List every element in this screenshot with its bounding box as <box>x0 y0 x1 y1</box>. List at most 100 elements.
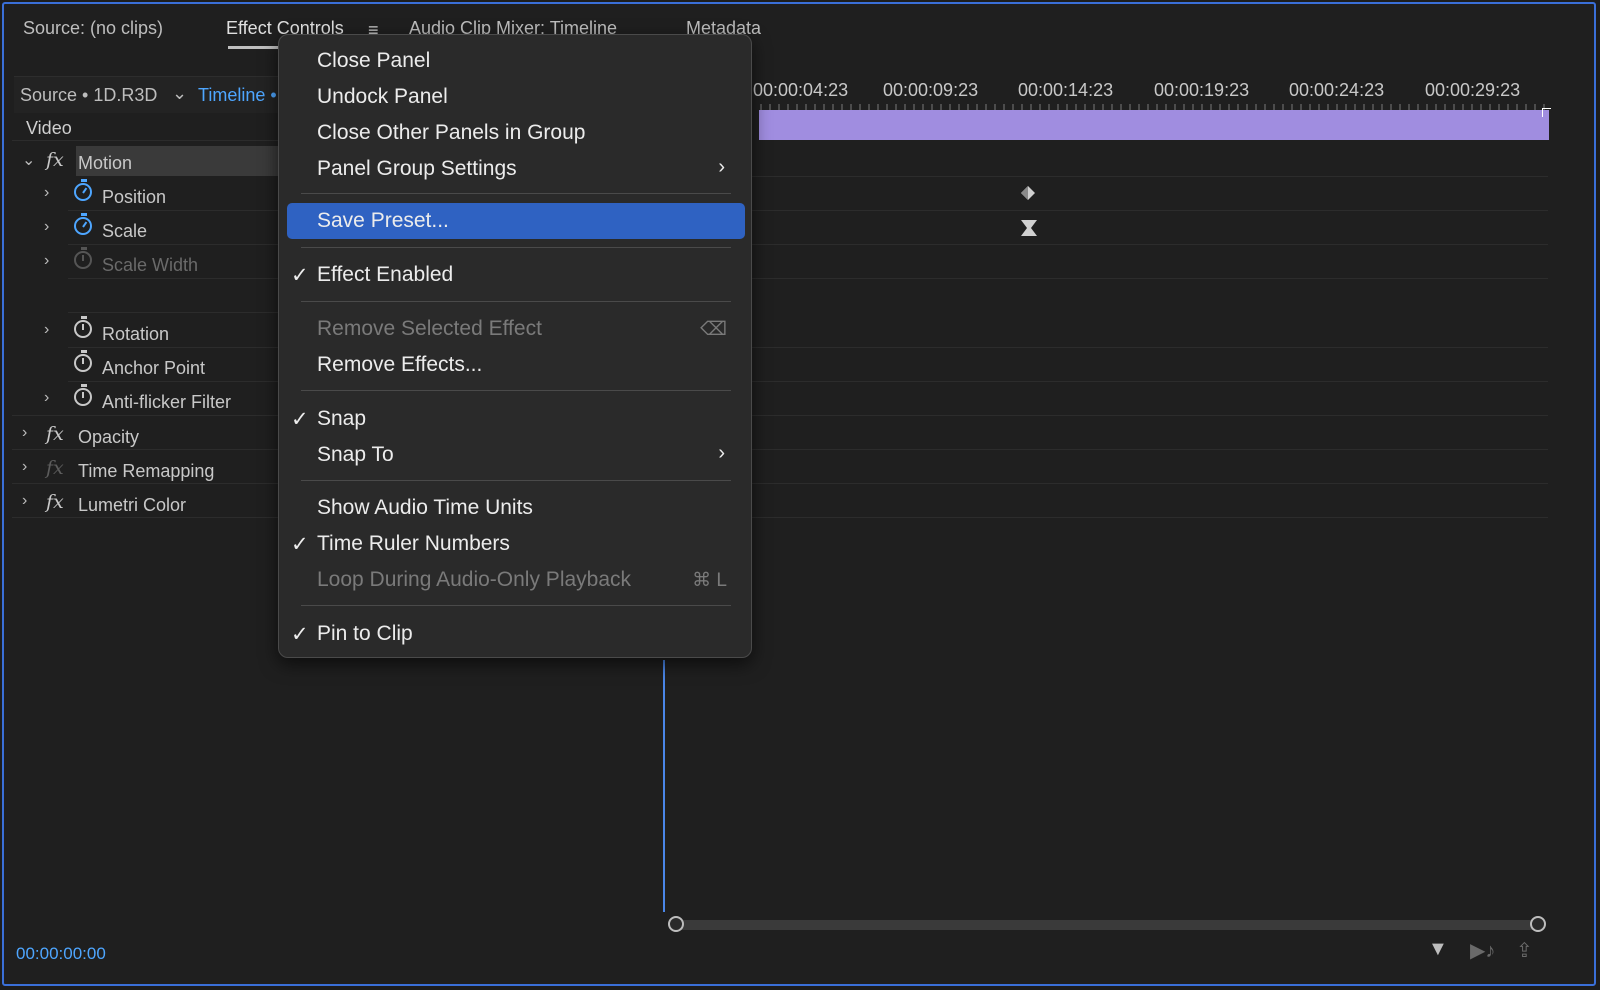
filter-icon[interactable]: ▼ <box>1428 938 1448 961</box>
divider <box>664 517 1548 518</box>
effect-row-lumetri-color[interactable]: › fx Lumetri Color <box>12 488 282 520</box>
menu-separator <box>301 390 731 391</box>
menu-item-save-preset[interactable]: Save Preset... <box>287 203 745 239</box>
ruler-tick-label: 00:00:29:23 <box>1425 80 1521 100</box>
menu-item-panel-group-settings[interactable]: Panel Group Settings › <box>287 151 745 187</box>
menu-item-pin-to-clip[interactable]: ✓ Pin to Clip <box>287 616 745 652</box>
shortcut-label: ⌘ L <box>692 570 727 591</box>
menu-item-show-audio-time-units[interactable]: Show Audio Time Units <box>287 490 745 526</box>
chevron-right-icon[interactable]: › <box>22 492 27 510</box>
playhead[interactable] <box>663 660 665 912</box>
chevron-right-icon[interactable]: › <box>22 458 27 476</box>
chevron-down-icon[interactable]: ⌄ <box>22 150 35 170</box>
stopwatch-icon[interactable] <box>74 350 92 372</box>
tab-source[interactable]: Source: (no clips) <box>23 18 163 39</box>
fx-icon: fx <box>46 457 64 479</box>
menu-separator <box>301 480 731 481</box>
divider <box>664 278 1548 279</box>
property-row-rotation[interactable]: › Rotation <box>12 316 282 349</box>
divider <box>664 347 1548 348</box>
divider <box>664 210 1548 211</box>
property-row-position[interactable]: › Position <box>12 179 282 212</box>
source-clip-label: Source • 1D.R3D <box>20 85 158 105</box>
panel-tab-bar: Source: (no clips) Effect Controls ≡ Aud… <box>4 4 1594 52</box>
play-audio-icon[interactable]: ▶♪ <box>1470 938 1495 963</box>
scrollbar-right-handle[interactable] <box>1530 916 1546 932</box>
stopwatch-icon[interactable] <box>74 316 92 338</box>
property-label: Anti-flicker Filter <box>102 392 232 412</box>
chevron-right-icon[interactable]: › <box>44 389 49 407</box>
divider <box>68 210 282 211</box>
chevron-right-icon[interactable]: › <box>22 424 27 442</box>
property-label: Scale Width <box>102 255 199 275</box>
clip-end-marker <box>1542 108 1551 117</box>
menu-separator <box>301 605 731 606</box>
chevron-down-icon[interactable]: ⌄ <box>172 83 187 104</box>
ruler-tick-label: 00:00:19:23 <box>1154 80 1250 100</box>
menu-item-effect-enabled[interactable]: ✓ Effect Enabled <box>287 257 745 293</box>
divider <box>664 483 1548 484</box>
timeline-zoom-scrollbar[interactable] <box>668 916 1546 934</box>
ruler-tick-label: 00:00:24:23 <box>1289 80 1385 100</box>
menu-item-label: Panel Group Settings <box>317 157 517 180</box>
divider <box>68 244 282 245</box>
stopwatch-icon[interactable] <box>74 213 92 235</box>
current-timecode[interactable]: 00:00:00:00 <box>16 944 106 964</box>
time-ruler[interactable]: 00:00:04:23 00:00:09:23 00:00:14:23 00:0… <box>753 80 1549 110</box>
clip-bar[interactable] <box>759 110 1549 140</box>
menu-item-snap-to[interactable]: Snap To › <box>287 437 745 473</box>
menu-item-time-ruler-numbers[interactable]: ✓ Time Ruler Numbers <box>287 526 745 562</box>
divider <box>68 347 282 348</box>
menu-item-close-panel[interactable]: Close Panel <box>287 43 745 79</box>
effect-controls-panel: Source: (no clips) Effect Controls ≡ Aud… <box>2 2 1596 986</box>
export-icon[interactable]: ⇪ <box>1516 938 1533 963</box>
keyframe-hourglass-icon[interactable] <box>1021 220 1037 236</box>
divider <box>68 312 282 313</box>
menu-separator <box>301 247 731 248</box>
delete-key-icon: ⌫ <box>700 319 727 340</box>
checkmark-icon: ✓ <box>291 623 309 646</box>
menu-item-label: Show Audio Time Units <box>317 496 533 519</box>
menu-item-label: Save Preset... <box>317 209 449 232</box>
chevron-right-icon[interactable]: › <box>44 184 49 202</box>
effect-label: Opacity <box>78 427 140 447</box>
menu-item-label: Undock Panel <box>317 85 448 108</box>
menu-item-snap[interactable]: ✓ Snap <box>287 401 745 437</box>
clip-selector-row: Source • 1D.R3D ⌄ Timeline • <box>14 76 284 113</box>
menu-item-label: Close Panel <box>317 49 431 72</box>
stopwatch-icon[interactable] <box>74 179 92 201</box>
effect-label: Time Remapping <box>78 461 215 481</box>
chevron-right-icon[interactable]: › <box>44 218 49 236</box>
ruler-ticks <box>760 104 1545 110</box>
fx-icon[interactable]: fx <box>46 149 64 171</box>
panel-context-menu: Close Panel Undock Panel Close Other Pan… <box>278 34 752 658</box>
scrollbar-track[interactable] <box>672 920 1542 930</box>
chevron-right-icon: › <box>718 156 725 178</box>
divider <box>12 415 282 416</box>
divider <box>68 381 282 382</box>
property-row-anchor-point[interactable]: Anchor Point <box>12 350 282 383</box>
property-label: Rotation <box>102 324 170 344</box>
menu-item-label: Time Ruler Numbers <box>317 532 510 555</box>
effect-row-opacity[interactable]: › fx Opacity <box>12 420 282 452</box>
effect-row-time-remapping[interactable]: › fx Time Remapping <box>12 454 282 486</box>
checkmark-icon: ✓ <box>291 264 309 287</box>
scrollbar-left-handle[interactable] <box>668 916 684 932</box>
chevron-right-icon[interactable]: › <box>44 252 49 270</box>
divider <box>12 483 282 484</box>
fx-icon[interactable]: fx <box>46 491 64 513</box>
timeline-clip-link[interactable]: Timeline • <box>198 85 277 106</box>
menu-item-close-other-panels[interactable]: Close Other Panels in Group <box>287 115 745 151</box>
fx-icon[interactable]: fx <box>46 423 64 445</box>
keyframe-diamond-icon[interactable] <box>1021 186 1035 200</box>
property-row-scale[interactable]: › Scale <box>12 213 282 246</box>
divider <box>664 176 1548 177</box>
menu-item-remove-effects[interactable]: Remove Effects... <box>287 347 745 383</box>
menu-item-loop-during-audio-playback: Loop During Audio-Only Playback ⌘ L <box>287 562 745 598</box>
property-row-anti-flicker[interactable]: › Anti-flicker Filter <box>12 384 282 417</box>
stopwatch-icon[interactable] <box>74 384 92 406</box>
chevron-right-icon[interactable]: › <box>44 321 49 339</box>
property-row-scale-width[interactable]: › Scale Width <box>12 247 282 280</box>
menu-item-undock-panel[interactable]: Undock Panel <box>287 79 745 115</box>
effect-row-motion[interactable]: ⌄ fx Motion <box>12 146 282 178</box>
